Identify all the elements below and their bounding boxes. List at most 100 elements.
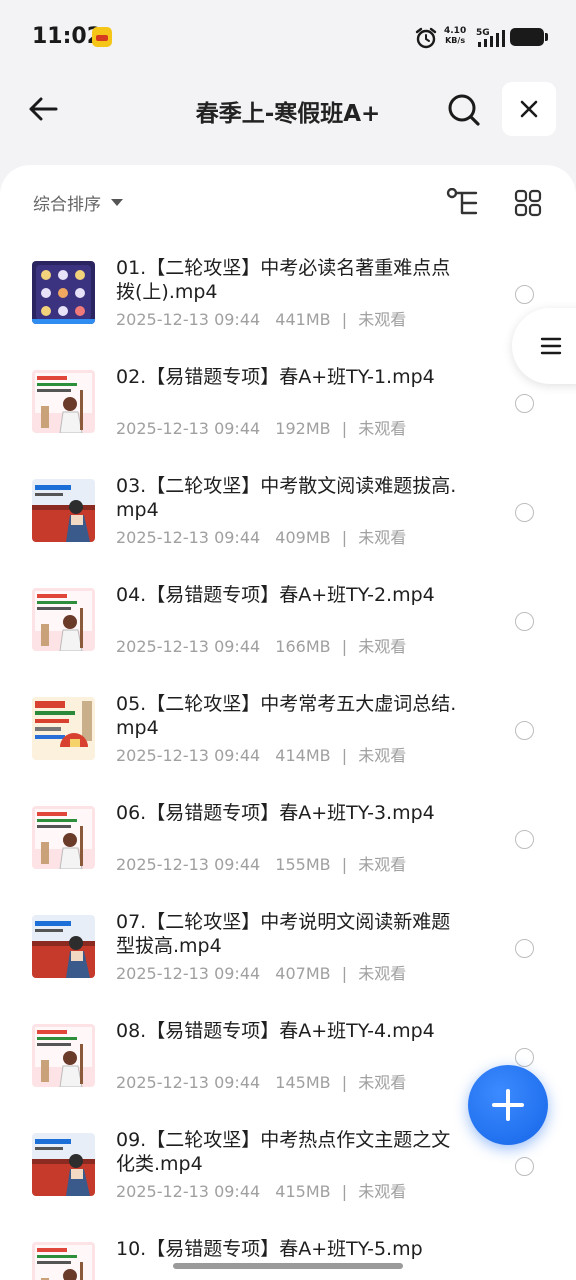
meta-separator: | [341, 1073, 348, 1092]
select-checkbox[interactable] [515, 721, 534, 740]
file-name: 01.【二轮攻坚】中考必读名著重难点点拨(上).mp4 [116, 257, 451, 303]
signal-icon: 5G [476, 28, 505, 47]
meta-separator: | [341, 310, 348, 329]
close-icon [520, 100, 538, 118]
grid-view-icon [514, 189, 542, 217]
meta-separator: | [341, 746, 348, 765]
grid-view-button[interactable] [510, 185, 546, 221]
header: 春季上-寒假班A+ [0, 76, 576, 142]
select-checkbox[interactable] [515, 503, 534, 522]
add-button[interactable] [468, 1065, 548, 1145]
select-checkbox[interactable] [515, 939, 534, 958]
file-size: 415MB [275, 1182, 331, 1201]
arrow-left-icon [29, 97, 58, 121]
file-date: 2025-12-13 09:44 [116, 1182, 261, 1201]
file-meta: 2025-12-13 09:44 166MB | 未观看 [116, 633, 406, 657]
page-title: 春季上-寒假班A+ [195, 101, 381, 127]
caret-down-icon [111, 199, 123, 206]
alarm-icon [415, 27, 437, 49]
file-name: 10.【易错题专项】春A+班TY-5.mp [116, 1238, 423, 1260]
meta-separator: | [341, 1182, 348, 1201]
select-checkbox[interactable] [515, 394, 534, 413]
file-name: 04.【易错题专项】春A+班TY-2.mp4 [116, 584, 435, 606]
sort-dropdown[interactable]: 综合排序 [33, 190, 123, 215]
close-button[interactable] [502, 82, 556, 136]
file-meta: 2025-12-13 09:44 441MB | 未观看 [116, 306, 406, 330]
file-name: 05.【二轮攻坚】中考常考五大虚词总结.mp4 [116, 693, 457, 739]
watch-status: 未观看 [358, 855, 407, 874]
meta-separator: | [341, 637, 348, 656]
file-size: 145MB [275, 1073, 331, 1092]
video-thumbnail [32, 1024, 95, 1087]
menu-icon [540, 337, 562, 355]
file-size: 409MB [275, 528, 331, 547]
video-thumbnail [32, 1133, 95, 1196]
sort-label: 综合排序 [33, 195, 101, 215]
file-meta: 2025-12-13 09:44 415MB | 未观看 [116, 1178, 406, 1202]
network-speed-unit: KB/s [445, 36, 466, 45]
file-row[interactable]: 03.【二轮攻坚】中考散文阅读难题拔高.mp4 2025-12-13 09:44… [0, 457, 576, 566]
file-meta: 2025-12-13 09:44 407MB | 未观看 [116, 960, 406, 984]
network-type: 5G [476, 28, 490, 38]
select-checkbox[interactable] [515, 830, 534, 849]
file-size: 407MB [275, 964, 331, 983]
file-date: 2025-12-13 09:44 [116, 419, 261, 438]
watch-status: 未观看 [358, 1073, 407, 1092]
video-thumbnail [32, 806, 95, 869]
file-name: 03.【二轮攻坚】中考散文阅读难题拔高.mp4 [116, 475, 457, 521]
file-row[interactable]: 04.【易错题专项】春A+班TY-2.mp4 2025-12-13 09:44 … [0, 566, 576, 675]
file-date: 2025-12-13 09:44 [116, 746, 261, 765]
file-name: 07.【二轮攻坚】中考说明文阅读新难题型拔高.mp4 [116, 911, 451, 957]
video-thumbnail [32, 1242, 95, 1280]
battery-icon [510, 28, 548, 46]
file-size: 441MB [275, 310, 331, 329]
file-row[interactable]: 10.【易错题专项】春A+班TY-5.mp | [0, 1220, 576, 1280]
file-date: 2025-12-13 09:44 [116, 964, 261, 983]
search-button[interactable] [440, 86, 488, 134]
file-meta: 2025-12-13 09:44 409MB | 未观看 [116, 524, 406, 548]
video-thumbnail [32, 588, 95, 651]
tree-view-icon [446, 188, 478, 215]
back-button[interactable] [20, 86, 66, 132]
file-name: 06.【易错题专项】春A+班TY-3.mp4 [116, 802, 435, 824]
file-row[interactable]: 01.【二轮攻坚】中考必读名著重难点点拨(上).mp4 2025-12-13 0… [0, 239, 576, 348]
file-date: 2025-12-13 09:44 [116, 1073, 261, 1092]
watch-status: 未观看 [358, 964, 407, 983]
watch-status: 未观看 [358, 637, 407, 656]
select-checkbox[interactable] [515, 1048, 534, 1067]
network-speed: 4.10 KB/s [444, 26, 466, 46]
watch-status: 未观看 [358, 310, 407, 329]
file-size: 192MB [275, 419, 331, 438]
select-checkbox[interactable] [515, 1157, 534, 1176]
meta-separator: | [341, 964, 348, 983]
watch-status: 未观看 [358, 1182, 407, 1201]
home-indicator[interactable] [173, 1263, 403, 1269]
status-bar: 11:02 4.10 KB/s 5G [0, 0, 576, 76]
video-thumbnail [32, 370, 95, 433]
file-size: 166MB [275, 637, 331, 656]
tree-view-button[interactable] [444, 185, 482, 221]
file-row[interactable]: 05.【二轮攻坚】中考常考五大虚词总结.mp4 2025-12-13 09:44… [0, 675, 576, 784]
file-size: 414MB [275, 746, 331, 765]
search-icon [448, 94, 480, 126]
file-size: 155MB [275, 855, 331, 874]
file-date: 2025-12-13 09:44 [116, 637, 261, 656]
video-thumbnail [32, 479, 95, 542]
file-name: 08.【易错题专项】春A+班TY-4.mp4 [116, 1020, 435, 1042]
select-checkbox[interactable] [515, 612, 534, 631]
meta-separator: | [341, 528, 348, 547]
file-date: 2025-12-13 09:44 [116, 310, 261, 329]
select-checkbox[interactable] [515, 285, 534, 304]
file-row[interactable]: 06.【易错题专项】春A+班TY-3.mp4 2025-12-13 09:44 … [0, 784, 576, 893]
network-speed-value: 4.10 [444, 26, 467, 36]
file-meta: 2025-12-13 09:44 155MB | 未观看 [116, 851, 406, 875]
plus-icon [492, 1089, 524, 1121]
watch-status: 未观看 [358, 528, 407, 547]
video-thumbnail [32, 915, 95, 978]
file-meta: 2025-12-13 09:44 192MB | 未观看 [116, 415, 406, 439]
file-row[interactable]: 07.【二轮攻坚】中考说明文阅读新难题型拔高.mp4 2025-12-13 09… [0, 893, 576, 1002]
video-thumbnail [32, 261, 95, 324]
video-thumbnail [32, 697, 95, 760]
file-meta: 2025-12-13 09:44 414MB | 未观看 [116, 742, 406, 766]
file-row[interactable]: 02.【易错题专项】春A+班TY-1.mp4 2025-12-13 09:44 … [0, 348, 576, 457]
